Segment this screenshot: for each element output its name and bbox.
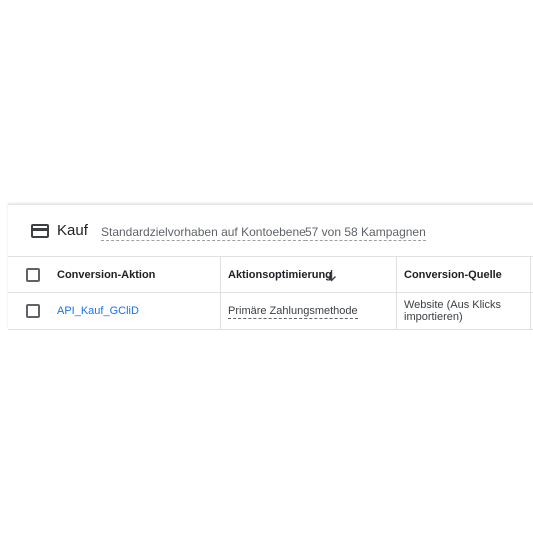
table-header-row: Conversion-Aktion Aktionsoptimierung Con… bbox=[8, 256, 533, 293]
column-divider bbox=[396, 257, 397, 293]
column-header-action-optimization[interactable]: Aktionsoptimierung bbox=[228, 269, 332, 281]
column-divider bbox=[530, 257, 531, 293]
conversion-action-link[interactable]: API_Kauf_GCliD bbox=[57, 305, 139, 317]
credit-card-icon bbox=[31, 224, 49, 238]
card-header: Kauf Standardzielvorhaben auf Kontoebene… bbox=[8, 205, 533, 257]
table-row: API_Kauf_GCliD Primäre Zahlungsmethode W… bbox=[8, 292, 533, 330]
select-all-checkbox[interactable] bbox=[26, 268, 40, 282]
column-divider bbox=[530, 293, 531, 329]
column-divider bbox=[220, 293, 221, 329]
arrow-down-icon[interactable] bbox=[326, 269, 337, 282]
card-title: Kauf bbox=[57, 222, 88, 239]
conversion-goal-card: Kauf Standardzielvorhaben auf Kontoebene… bbox=[8, 204, 533, 330]
action-optimization-value[interactable]: Primäre Zahlungsmethode bbox=[228, 305, 358, 319]
conversion-source-value: Website (Aus Klicks importieren) bbox=[404, 299, 501, 323]
column-divider bbox=[220, 257, 221, 293]
row-checkbox[interactable] bbox=[26, 304, 40, 318]
campaign-count-label[interactable]: 57 von 58 Kampagnen bbox=[305, 225, 426, 241]
goal-level-label[interactable]: Standardzielvorhaben auf Kontoebene bbox=[101, 225, 306, 241]
column-header-conversion-action[interactable]: Conversion-Aktion bbox=[57, 269, 155, 281]
column-header-conversion-source[interactable]: Conversion-Quelle bbox=[404, 269, 502, 281]
column-divider bbox=[396, 293, 397, 329]
